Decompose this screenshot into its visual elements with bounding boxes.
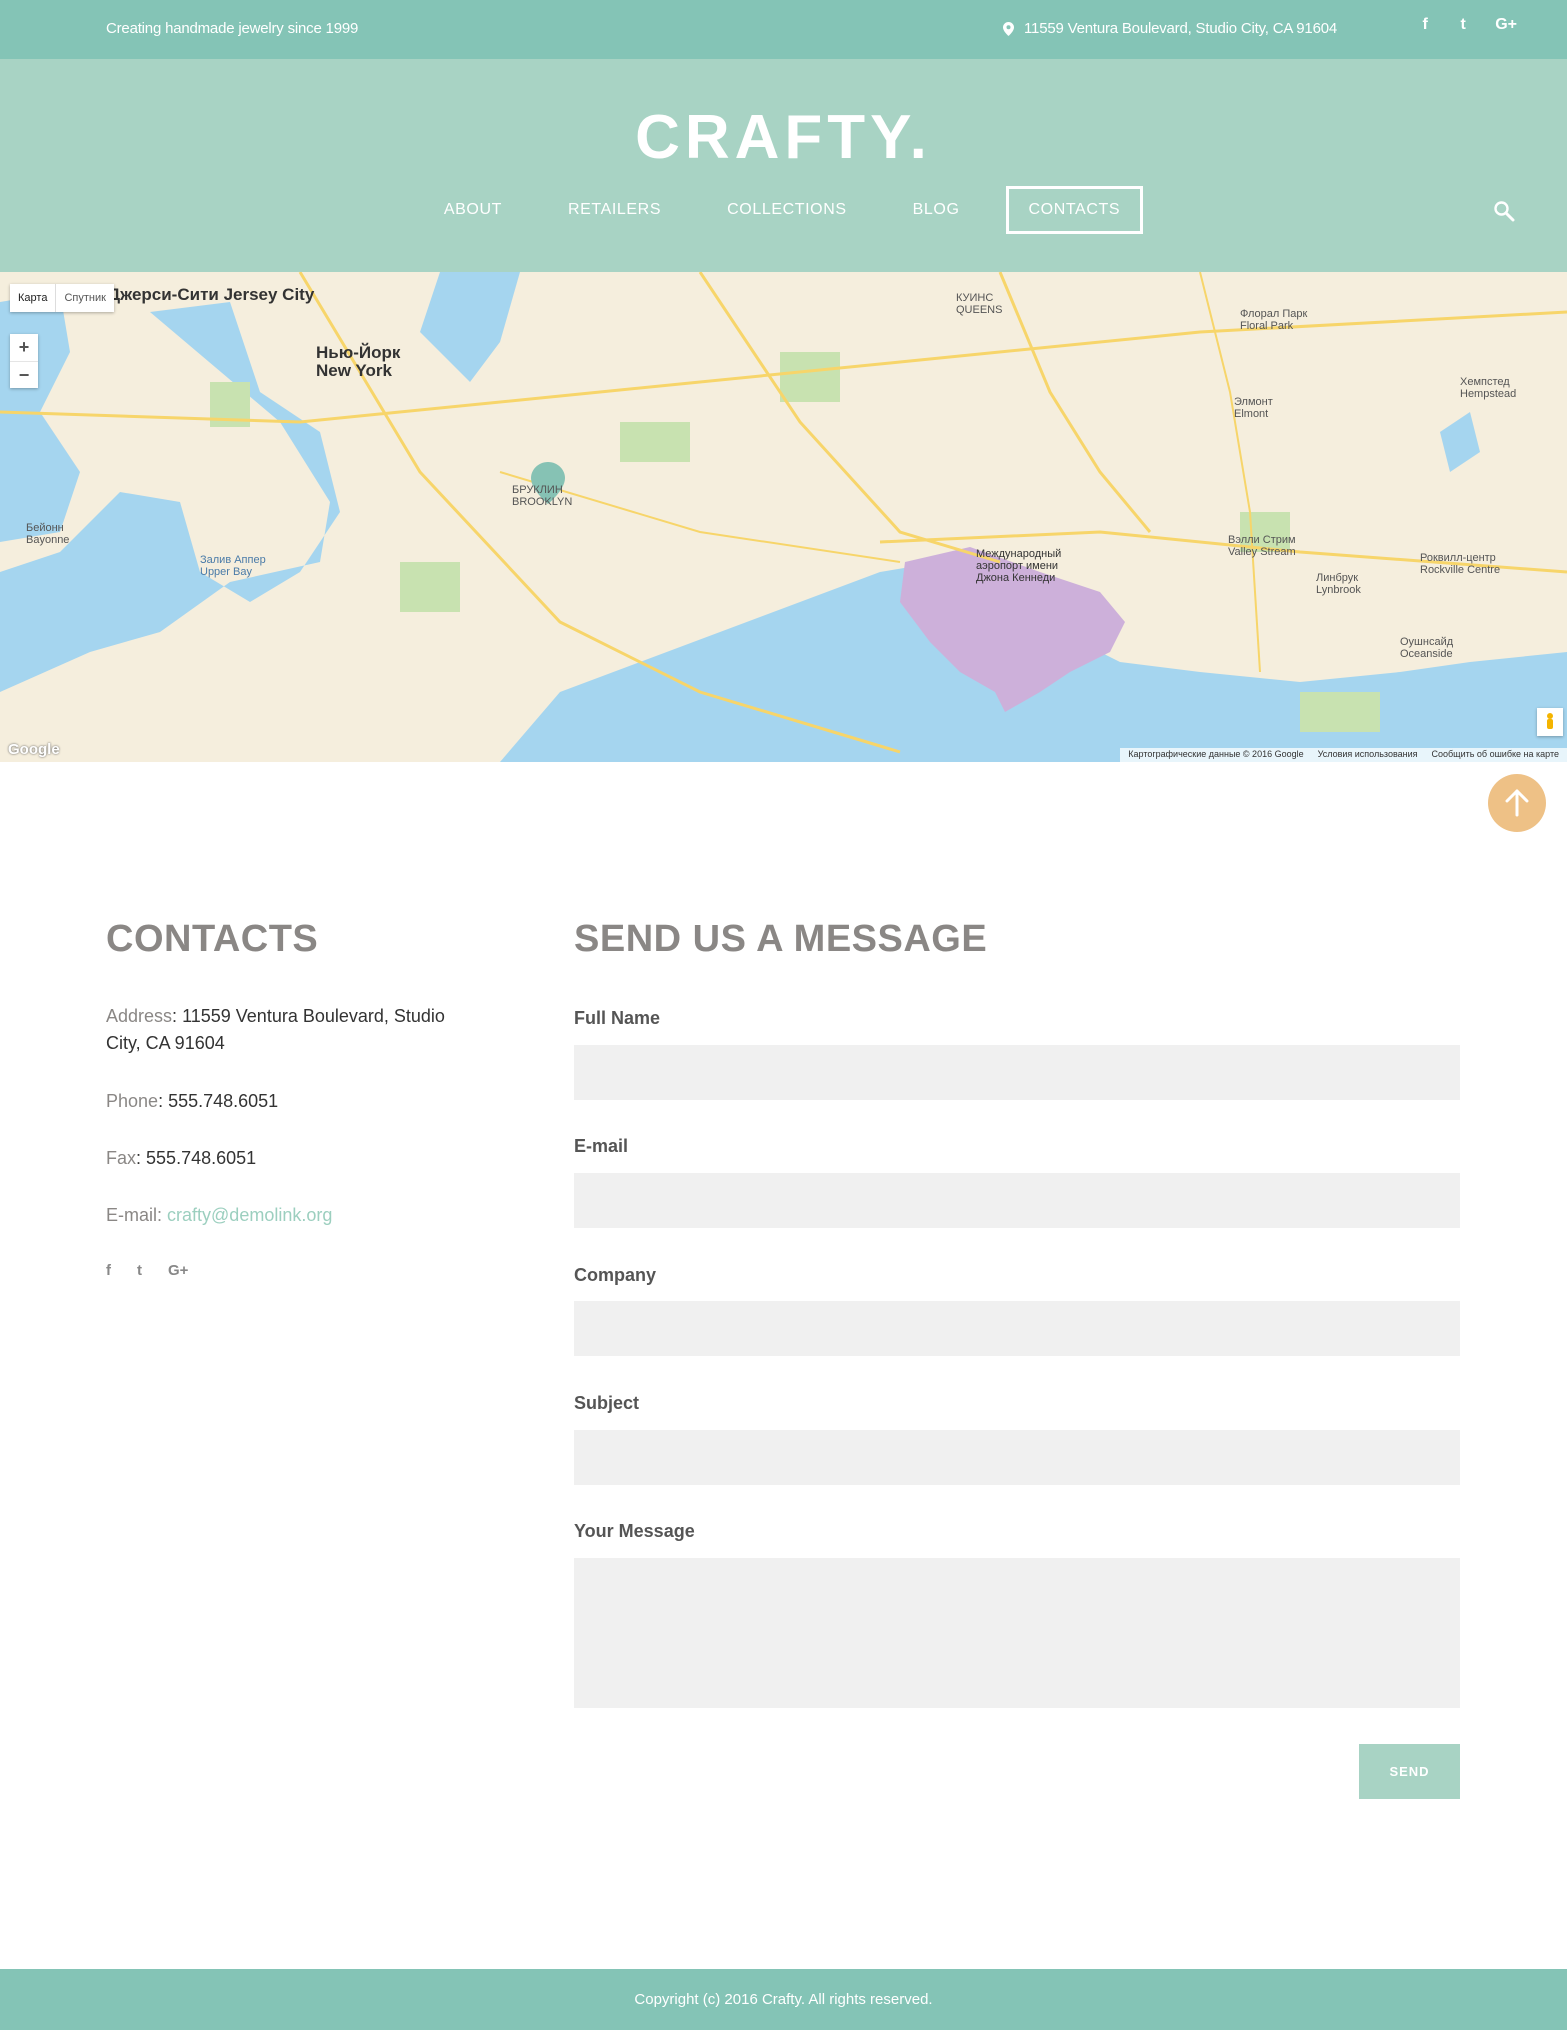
map-zoom-control: + −: [10, 334, 38, 388]
site-footer: Copyright (c) 2016 Crafty. All rights re…: [0, 1969, 1567, 2030]
map-type-map-button[interactable]: Карта: [10, 284, 55, 312]
map-terms-link[interactable]: Условия использования: [1318, 749, 1418, 761]
map-label: Флорал Парк Floral Park: [1240, 308, 1308, 332]
google-plus-icon[interactable]: G+: [1495, 16, 1517, 34]
map-label: КУИНС QUEENS: [956, 292, 1003, 316]
map-label: Международный аэропорт имени Джона Кенне…: [976, 548, 1062, 584]
facebook-icon[interactable]: f: [1419, 16, 1431, 34]
zoom-in-button[interactable]: +: [10, 334, 38, 361]
map-label: Залив Аппер Upper Bay: [200, 554, 266, 578]
message-textarea[interactable]: [574, 1558, 1460, 1708]
google-logo: Google: [8, 741, 60, 758]
full-name-label: Full Name: [574, 1008, 661, 1028]
subject-label: Subject: [574, 1393, 640, 1413]
nav-collections[interactable]: COLLECTIONS: [707, 186, 867, 234]
message-label: Your Message: [574, 1521, 695, 1541]
map-label: Бейонн Bayonne: [26, 522, 70, 546]
subject-input[interactable]: [574, 1430, 1460, 1485]
full-name-input[interactable]: [574, 1045, 1460, 1100]
address-label: Address: [106, 1006, 173, 1026]
map-label: Джерси-Сити Jersey City: [108, 285, 315, 304]
fax-label: Fax: [106, 1148, 137, 1168]
contacts-title: CONTACTS: [106, 918, 319, 960]
top-social-links: f t G+: [1419, 16, 1517, 34]
map-tiles: [0, 272, 1567, 762]
google-plus-icon[interactable]: G+: [168, 1262, 188, 1279]
twitter-icon[interactable]: t: [137, 1262, 142, 1279]
contacts-social-links: f t G+: [106, 1262, 188, 1279]
fax-value: 555.748.6051: [146, 1148, 257, 1168]
contact-email: E-mail: crafty@demolink.org: [106, 1202, 476, 1229]
twitter-icon[interactable]: t: [1457, 16, 1469, 34]
map-label: БРУКЛИН BROOKLYN: [512, 484, 573, 508]
contact-phone: Phone: 555.748.6051: [106, 1091, 279, 1111]
main-nav: ABOUT RETAILERS COLLECTIONS BLOG CONTACT…: [0, 186, 1567, 234]
map-type-satellite-button[interactable]: Спутник: [55, 284, 113, 312]
email-label: E-mail:: [106, 1205, 163, 1225]
top-address-text: 11559 Ventura Boulevard, Studio City, CA…: [1024, 20, 1337, 37]
pegman-icon[interactable]: [1537, 708, 1563, 736]
company-label: Company: [574, 1265, 657, 1285]
facebook-icon[interactable]: f: [106, 1262, 111, 1279]
map-label: Оушнсайд Oceanside: [1400, 636, 1454, 660]
map-data-credit: Картографические данные © 2016 Google: [1128, 749, 1304, 759]
street-view-icon: [1547, 713, 1553, 729]
email-field-label: E-mail: [574, 1136, 629, 1156]
email-link[interactable]: crafty@demolink.org: [167, 1205, 332, 1225]
top-bar: Creating handmade jewelry since 1999 115…: [0, 0, 1567, 59]
top-address: 11559 Ventura Boulevard, Studio City, CA…: [1003, 20, 1337, 37]
nav-retailers[interactable]: RETAILERS: [548, 186, 681, 234]
phone-label: Phone: [106, 1091, 159, 1111]
nav-contacts[interactable]: CONTACTS: [1005, 186, 1144, 234]
arrow-up-icon: [1505, 789, 1529, 817]
google-map[interactable]: Джерси-Сити Jersey City Нью-Йорк New Yor…: [0, 272, 1567, 762]
contact-fax: Fax: 555.748.6051: [106, 1148, 257, 1168]
map-label: Роквилл-центр Rockville Centre: [1420, 552, 1501, 576]
contact-address: Address: 11559 Ventura Boulevard, Studio…: [106, 1006, 445, 1053]
map-label: Нью-Йорк New York: [316, 343, 401, 380]
map-type-control: Карта Спутник: [10, 284, 114, 312]
map-report-link[interactable]: Сообщить об ошибке на карте: [1432, 749, 1559, 761]
map-attribution: Картографические данные © 2016 Google Ус…: [1120, 748, 1567, 762]
zoom-out-button[interactable]: −: [10, 361, 38, 388]
map-label: Хемпстед Hempstead: [1460, 376, 1517, 400]
back-to-top-button[interactable]: [1488, 774, 1546, 832]
site-logo[interactable]: CRAFTY.: [0, 102, 1567, 173]
nav-blog[interactable]: BLOG: [893, 186, 980, 234]
tagline: Creating handmade jewelry since 1999: [106, 20, 359, 37]
map-label: Линбрук Lynbrook: [1316, 572, 1361, 596]
copyright-text: Copyright (c) 2016 Crafty. All rights re…: [634, 1991, 933, 2008]
map-label: Вэлли Стрим Valley Stream: [1228, 534, 1296, 558]
email-field[interactable]: [574, 1173, 1460, 1228]
phone-value[interactable]: 555.748.6051: [168, 1091, 278, 1111]
search-icon[interactable]: [1493, 200, 1515, 222]
map-pin-icon: [1003, 21, 1015, 36]
company-input[interactable]: [574, 1301, 1460, 1356]
site-header: CRAFTY. ABOUT RETAILERS COLLECTIONS BLOG…: [0, 59, 1567, 272]
form-title: SEND US A MESSAGE: [574, 918, 988, 960]
nav-about[interactable]: ABOUT: [424, 186, 522, 234]
map-label: Элмонт Elmont: [1234, 396, 1273, 420]
send-button[interactable]: SEND: [1359, 1744, 1460, 1799]
